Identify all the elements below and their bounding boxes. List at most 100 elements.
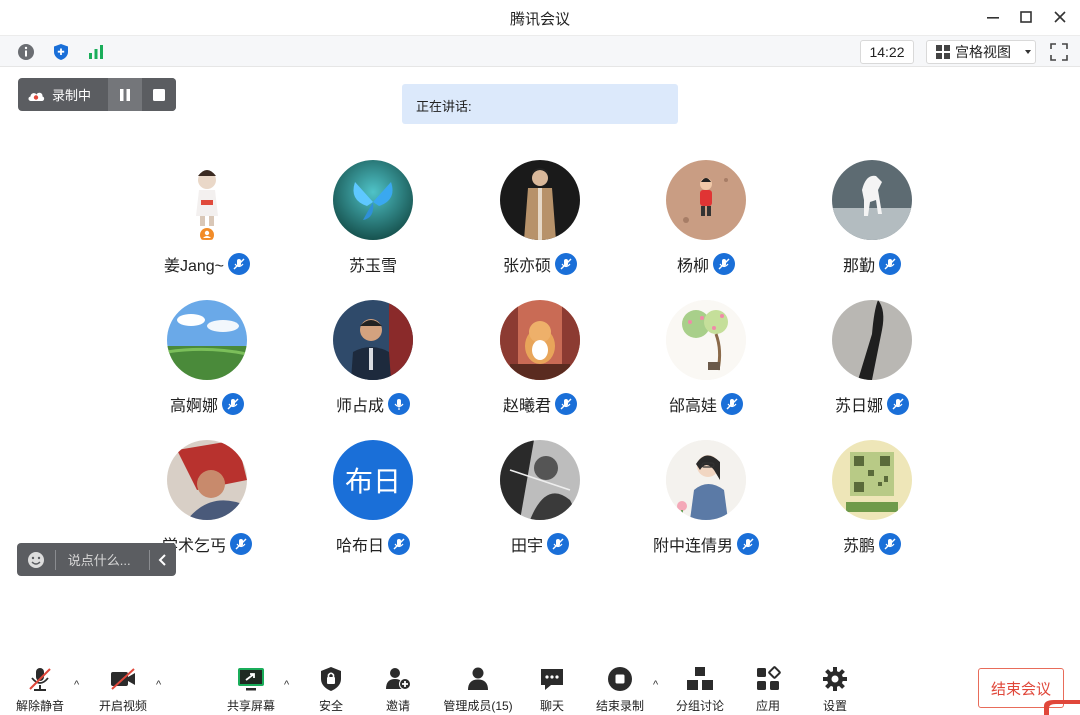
avatar [832, 440, 912, 520]
participant-tile[interactable]: 苏鹏 [792, 440, 952, 560]
meeting-info-button[interactable] [15, 41, 37, 63]
participant-tile[interactable]: 附中连倩男 [626, 440, 786, 560]
manage-members-button[interactable]: 管理成员(15) [436, 665, 520, 715]
window-title: 腾讯会议 [509, 11, 570, 28]
end-recording-label: 结束录制 [595, 699, 644, 713]
end-recording-button[interactable]: 结束录制 [582, 665, 658, 715]
participant-name: 苏鹏 [842, 538, 875, 555]
muted-mic-icon [555, 393, 577, 415]
muted-mic-icon [879, 533, 901, 555]
muted-mic-icon [222, 393, 244, 415]
audio-options-caret[interactable]: ^ [74, 679, 79, 691]
start-video-button[interactable]: 开启视频 [85, 665, 161, 715]
avatar [500, 440, 580, 520]
muted-mic-icon [547, 533, 569, 555]
participant-name-row: 邰高娃 [626, 392, 786, 416]
participant-name: 高婀娜 [169, 398, 218, 415]
avatar [167, 300, 247, 380]
muted-mic-icon [230, 533, 252, 555]
invite-button[interactable]: 邀请 [360, 665, 436, 715]
participant-name-row: 师占成 [293, 392, 453, 416]
security-label: 安全 [318, 699, 343, 713]
participant-name: 苏日娜 [834, 398, 883, 415]
participant-tile[interactable]: 张亦硕 [460, 160, 620, 280]
unmute-button[interactable]: 解除静音 [2, 665, 78, 715]
emoji-button[interactable] [17, 551, 55, 569]
chat-input[interactable]: 说点什么... [56, 550, 149, 569]
participant-name: 哈布日 [335, 538, 384, 555]
breakout-rooms-button[interactable]: 分组讨论 [662, 665, 738, 715]
video-options-caret[interactable]: ^ [156, 679, 161, 691]
recording-indicator: 录制中 [18, 78, 176, 111]
minimize-button[interactable] [982, 6, 1004, 28]
participant-name: 师占成 [335, 398, 384, 415]
security-button[interactable]: 安全 [293, 665, 369, 715]
avatar-image [666, 440, 746, 520]
participant-tile[interactable]: 那勤 [792, 160, 952, 280]
avatar-image [167, 440, 247, 520]
muted-mic-icon [721, 393, 743, 415]
fullscreen-button[interactable] [1048, 41, 1070, 63]
camera-off-icon [111, 668, 135, 690]
dropdown-caret-icon [1025, 50, 1031, 54]
avatar [832, 300, 912, 380]
collapse-chat-button[interactable] [150, 553, 176, 566]
participant-name-row: 杨柳 [626, 252, 786, 276]
recording-status[interactable]: 录制中 [18, 78, 108, 111]
active-speaker-banner: 正在讲话: [402, 84, 678, 124]
title-bar: 腾讯会议 [0, 0, 1080, 35]
meeting-clock: 14:22 [860, 40, 914, 64]
network-status-button[interactable] [85, 41, 107, 63]
participant-tile[interactable]: 高婀娜 [127, 300, 287, 420]
participant-name-row: 那勤 [792, 252, 952, 276]
avatar-image [832, 300, 912, 380]
apps-button[interactable]: 应用 [730, 665, 806, 715]
emoji-icon [27, 551, 44, 568]
meeting-info-bar: 14:22 宫格视图 [0, 35, 1080, 67]
muted-mic-icon [887, 393, 909, 415]
participant-name: 田宇 [510, 538, 543, 555]
participant-name: 那勤 [842, 258, 875, 275]
avatar [333, 300, 413, 380]
security-status-button[interactable] [50, 41, 72, 63]
participant-name: 苏玉雪 [348, 258, 397, 275]
pause-recording-button[interactable] [108, 78, 142, 111]
record-options-caret[interactable]: ^ [653, 679, 658, 691]
avatar-image [500, 440, 580, 520]
chat-label: 聊天 [539, 699, 564, 713]
add-user-icon [386, 668, 411, 690]
participant-name: 姜Jang~ [163, 258, 225, 275]
participant-name-row: 苏玉雪 [293, 252, 453, 276]
maximize-icon [1020, 11, 1032, 23]
shield-icon [54, 44, 68, 60]
settings-button[interactable]: 设置 [797, 665, 873, 715]
participant-tile[interactable]: 布日 哈布日 [293, 440, 453, 560]
share-screen-button[interactable]: 共享屏幕 [213, 665, 289, 715]
participant-tile[interactable]: 邰高娃 [626, 300, 786, 420]
muted-mic-icon [713, 253, 735, 275]
share-options-caret[interactable]: ^ [284, 679, 289, 691]
participant-tile[interactable]: 杨柳 [626, 160, 786, 280]
participant-tile[interactable]: 田宇 [460, 440, 620, 560]
close-button[interactable] [1049, 6, 1071, 28]
muted-mic-icon [879, 253, 901, 275]
participant-tile[interactable]: 师占成 [293, 300, 453, 420]
avatar-initials: 布日 [344, 466, 401, 497]
participant-tile[interactable]: 学术乞丐 [127, 440, 287, 560]
maximize-button[interactable] [1015, 6, 1037, 28]
avatar-image [333, 300, 413, 380]
participant-tile[interactable]: 苏日娜 [792, 300, 952, 420]
mic-on-icon [388, 393, 410, 415]
chat-button[interactable]: 聊天 [514, 665, 590, 715]
avatar [500, 160, 580, 240]
participant-tile[interactable]: 苏玉雪 [293, 160, 453, 280]
avatar-image [500, 300, 580, 380]
breakout-icon [687, 667, 713, 690]
fullscreen-icon [1050, 43, 1068, 61]
participant-name-row: 张亦硕 [460, 252, 620, 276]
stop-record-icon [608, 667, 632, 691]
view-mode-selector[interactable]: 宫格视图 [926, 40, 1036, 64]
participant-tile[interactable]: 姜Jang~ [127, 160, 287, 280]
stop-recording-button[interactable] [142, 78, 176, 111]
participant-tile[interactable]: 赵曦君 [460, 300, 620, 420]
